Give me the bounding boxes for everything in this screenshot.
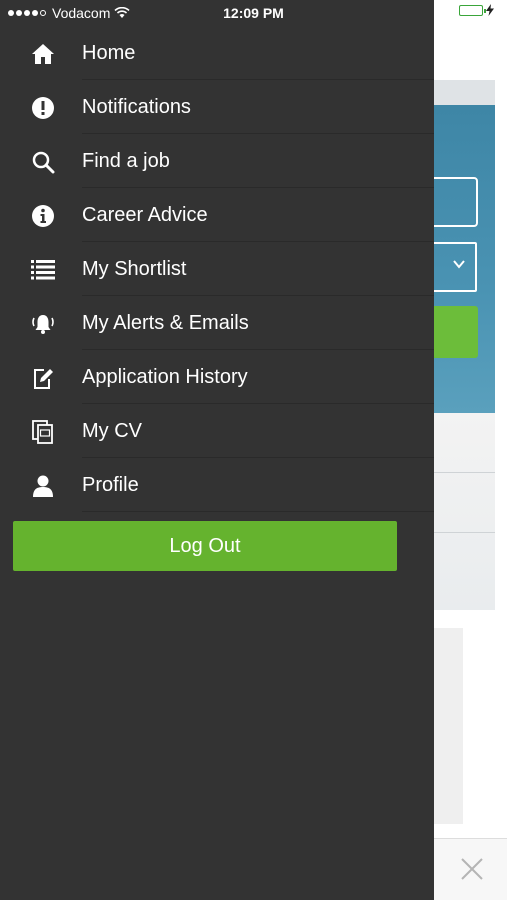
info-icon	[30, 203, 56, 229]
menu-item-profile[interactable]: Profile	[0, 458, 434, 512]
menu-item-my-cv[interactable]: My CV	[0, 404, 434, 458]
status-right	[459, 4, 494, 16]
chevron-down-icon	[453, 260, 465, 269]
status-bar: Vodacom 12:09 PM	[0, 0, 507, 26]
menu-item-career-advice[interactable]: Career Advice	[0, 188, 434, 242]
signal-strength-icon	[8, 10, 46, 16]
charging-bolt-icon	[486, 4, 494, 16]
menu-item-label: Career Advice	[82, 204, 208, 226]
hero-lower-image	[434, 413, 495, 610]
menu-item-label: Application History	[82, 366, 248, 388]
close-icon[interactable]	[459, 856, 485, 882]
list-icon	[30, 257, 56, 283]
divider	[82, 511, 434, 512]
menu-item-label: Home	[82, 42, 136, 64]
edit-document-icon	[30, 365, 56, 391]
menu-item-notifications[interactable]: Notifications	[0, 80, 434, 134]
menu-item-label: My CV	[82, 420, 142, 442]
drawer-menu: Home Notifications Find a job Career Adv…	[0, 26, 434, 512]
menu-item-label: Profile	[82, 474, 139, 496]
status-left: Vodacom	[8, 5, 130, 21]
status-time: 12:09 PM	[223, 5, 284, 21]
log-out-button[interactable]: Log Out	[13, 521, 397, 571]
wifi-icon	[114, 7, 130, 18]
menu-item-label: My Alerts & Emails	[82, 312, 249, 334]
menu-item-my-shortlist[interactable]: My Shortlist	[0, 242, 434, 296]
bell-alert-icon	[30, 311, 56, 337]
cv-document-icon	[30, 419, 56, 445]
battery-icon	[459, 4, 486, 16]
menu-item-label: My Shortlist	[82, 258, 187, 280]
home-icon	[30, 41, 56, 67]
search-icon	[30, 149, 56, 175]
menu-item-home[interactable]: Home	[0, 26, 434, 80]
menu-item-application-history[interactable]: Application History	[0, 350, 434, 404]
carrier-name: Vodacom	[52, 5, 111, 21]
app-screen: Home Notifications Find a job Career Adv…	[0, 0, 507, 900]
menu-item-find-a-job[interactable]: Find a job	[0, 134, 434, 188]
navigation-drawer: Home Notifications Find a job Career Adv…	[0, 0, 434, 900]
divider	[434, 532, 495, 533]
menu-item-label: Notifications	[82, 96, 191, 118]
user-icon	[30, 473, 56, 499]
content-card-edge	[434, 628, 463, 824]
exclamation-icon	[30, 95, 56, 121]
menu-item-label: Find a job	[82, 150, 170, 172]
menu-item-my-alerts-emails[interactable]: My Alerts & Emails	[0, 296, 434, 350]
divider	[434, 472, 495, 473]
